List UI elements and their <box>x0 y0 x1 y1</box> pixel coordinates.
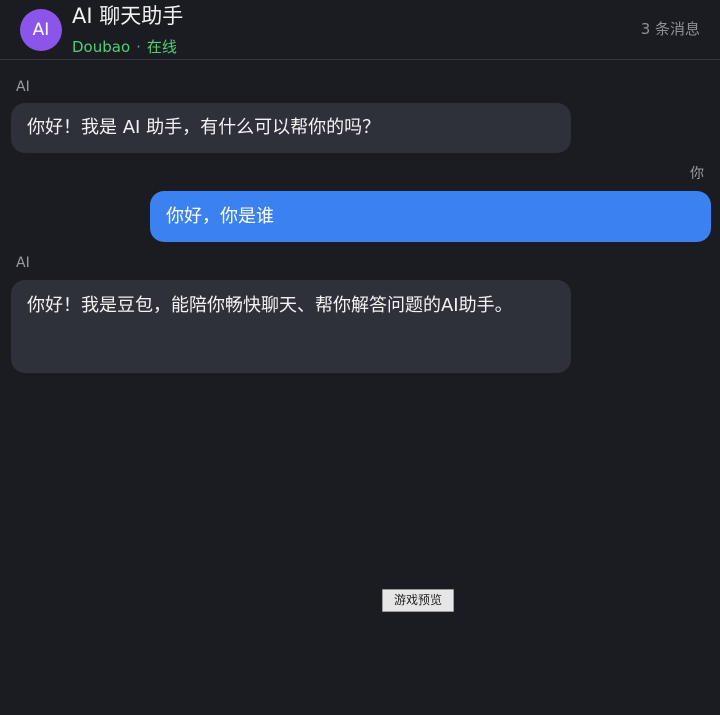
sender-label: AI <box>16 79 30 95</box>
chat-header: AI AI 聊天助手 Doubao · 在线 3 条消息 <box>0 0 720 60</box>
avatar: AI <box>20 9 62 51</box>
sender-label: AI <box>16 255 30 271</box>
user-message-bubble: 你好，你是谁 <box>150 191 711 242</box>
ai-message-bubble: 你好！我是 AI 助手，有什么可以帮你的吗？ <box>11 103 571 153</box>
game-preview-button[interactable]: 游戏预览 <box>382 589 454 612</box>
separator: · <box>136 38 141 56</box>
page-title: AI 聊天助手 <box>72 4 184 28</box>
ai-message-bubble: 你好！我是豆包，能陪你畅快聊天、帮你解答问题的AI助手。 <box>11 280 571 373</box>
sender-label: 你 <box>690 166 704 182</box>
status-line: Doubao · 在线 <box>72 37 177 57</box>
status-badge: 在线 <box>146 38 177 56</box>
model-name: Doubao <box>72 38 131 56</box>
message-count: 3 条消息 <box>640 20 700 38</box>
